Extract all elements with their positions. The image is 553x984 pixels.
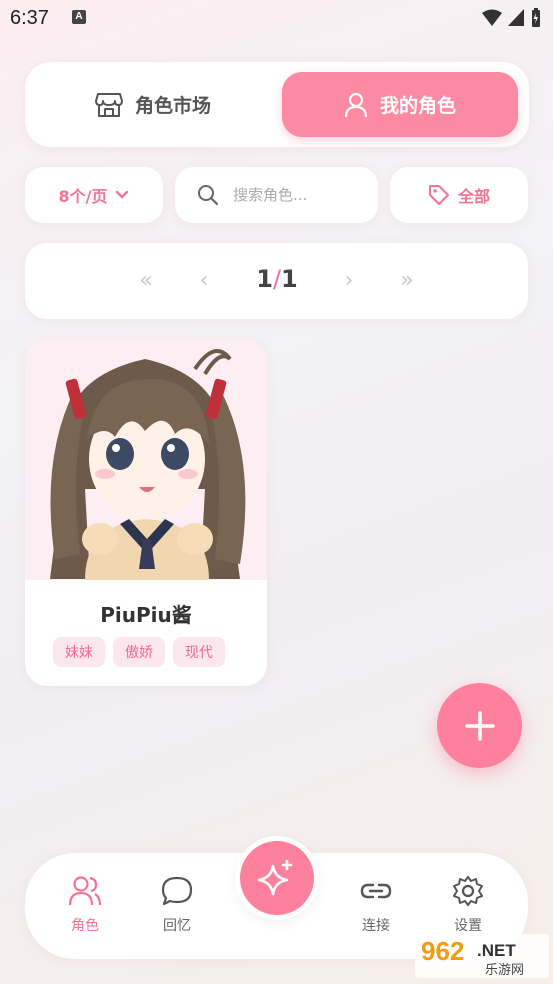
ai-sparkle-button[interactable] [235, 836, 319, 920]
tab-my-roles-label: 我的角色 [379, 95, 456, 117]
nav-connect-label: 连接 [362, 918, 390, 934]
page-separator: / [272, 265, 282, 293]
character-tags: 妹妹 傲娇 现代 [53, 637, 225, 667]
role-tab-bar: 角色市场 我的角色 [25, 62, 529, 147]
tab-my-roles[interactable]: 我的角色 [282, 72, 518, 137]
user-icon [344, 92, 368, 117]
chevron-down-icon [116, 190, 129, 199]
search-icon [198, 185, 219, 206]
gear-icon [453, 876, 483, 906]
current-page: 1 [256, 265, 273, 293]
store-icon [94, 92, 123, 117]
add-character-button[interactable] [437, 683, 522, 768]
notification-a-icon: A [72, 10, 86, 24]
battery-icon [532, 8, 540, 27]
ai-sparkle-button-inner [240, 841, 314, 915]
pagination: « ‹ 1/1 › » [25, 243, 528, 319]
plus-icon [464, 710, 495, 741]
search-input[interactable] [233, 186, 353, 204]
tag-filter-button[interactable]: 全部 [390, 167, 528, 223]
status-time: 6:37 [10, 7, 49, 29]
last-page-icon[interactable]: » [393, 267, 421, 295]
character-tag: 现代 [173, 637, 225, 667]
prev-page-icon[interactable]: ‹ [190, 267, 218, 295]
system-icons [482, 8, 541, 28]
watermark-logo: 962 .NET 乐游网 [413, 930, 551, 982]
signal-icon [508, 9, 524, 26]
search-box [175, 167, 378, 223]
page-indicator: 1/1 [250, 265, 304, 293]
nav-memory-label: 回忆 [163, 918, 191, 934]
character-card[interactable]: PiuPiu酱 妹妹 傲娇 现代 [25, 339, 267, 686]
users-icon [68, 876, 102, 906]
watermark-number: 962 [421, 936, 464, 966]
tag-icon [428, 185, 449, 205]
tab-role-market[interactable]: 角色市场 [35, 72, 271, 137]
next-page-icon[interactable]: › [335, 267, 363, 295]
sparkles-icon [257, 859, 293, 896]
nav-role-label: 角色 [71, 918, 99, 934]
status-bar: 6:37 A [0, 0, 553, 36]
nav-item-memory[interactable]: 回忆 [147, 875, 207, 935]
chat-bubble-icon [161, 876, 193, 906]
per-page-label: 8个/页 [58, 187, 108, 206]
watermark-sub: 乐游网 [485, 963, 524, 978]
per-page-select[interactable]: 8个/页 [25, 167, 163, 223]
character-name: PiuPiu酱 [100, 603, 192, 627]
link-icon [360, 883, 392, 899]
character-tag: 傲娇 [113, 637, 165, 667]
character-tag: 妹妹 [53, 637, 105, 667]
character-avatar [25, 339, 267, 580]
nav-item-role[interactable]: 角色 [55, 875, 115, 935]
nav-item-settings[interactable]: 设置 [438, 875, 498, 935]
wifi-icon [482, 9, 502, 26]
watermark-net: .NET [477, 941, 516, 960]
total-pages: 1 [281, 265, 298, 293]
filter-label: 全部 [457, 187, 490, 206]
tab-role-market-label: 角色市场 [134, 95, 211, 117]
nav-item-connect[interactable]: 连接 [346, 875, 406, 935]
first-page-icon[interactable]: « [132, 267, 160, 295]
